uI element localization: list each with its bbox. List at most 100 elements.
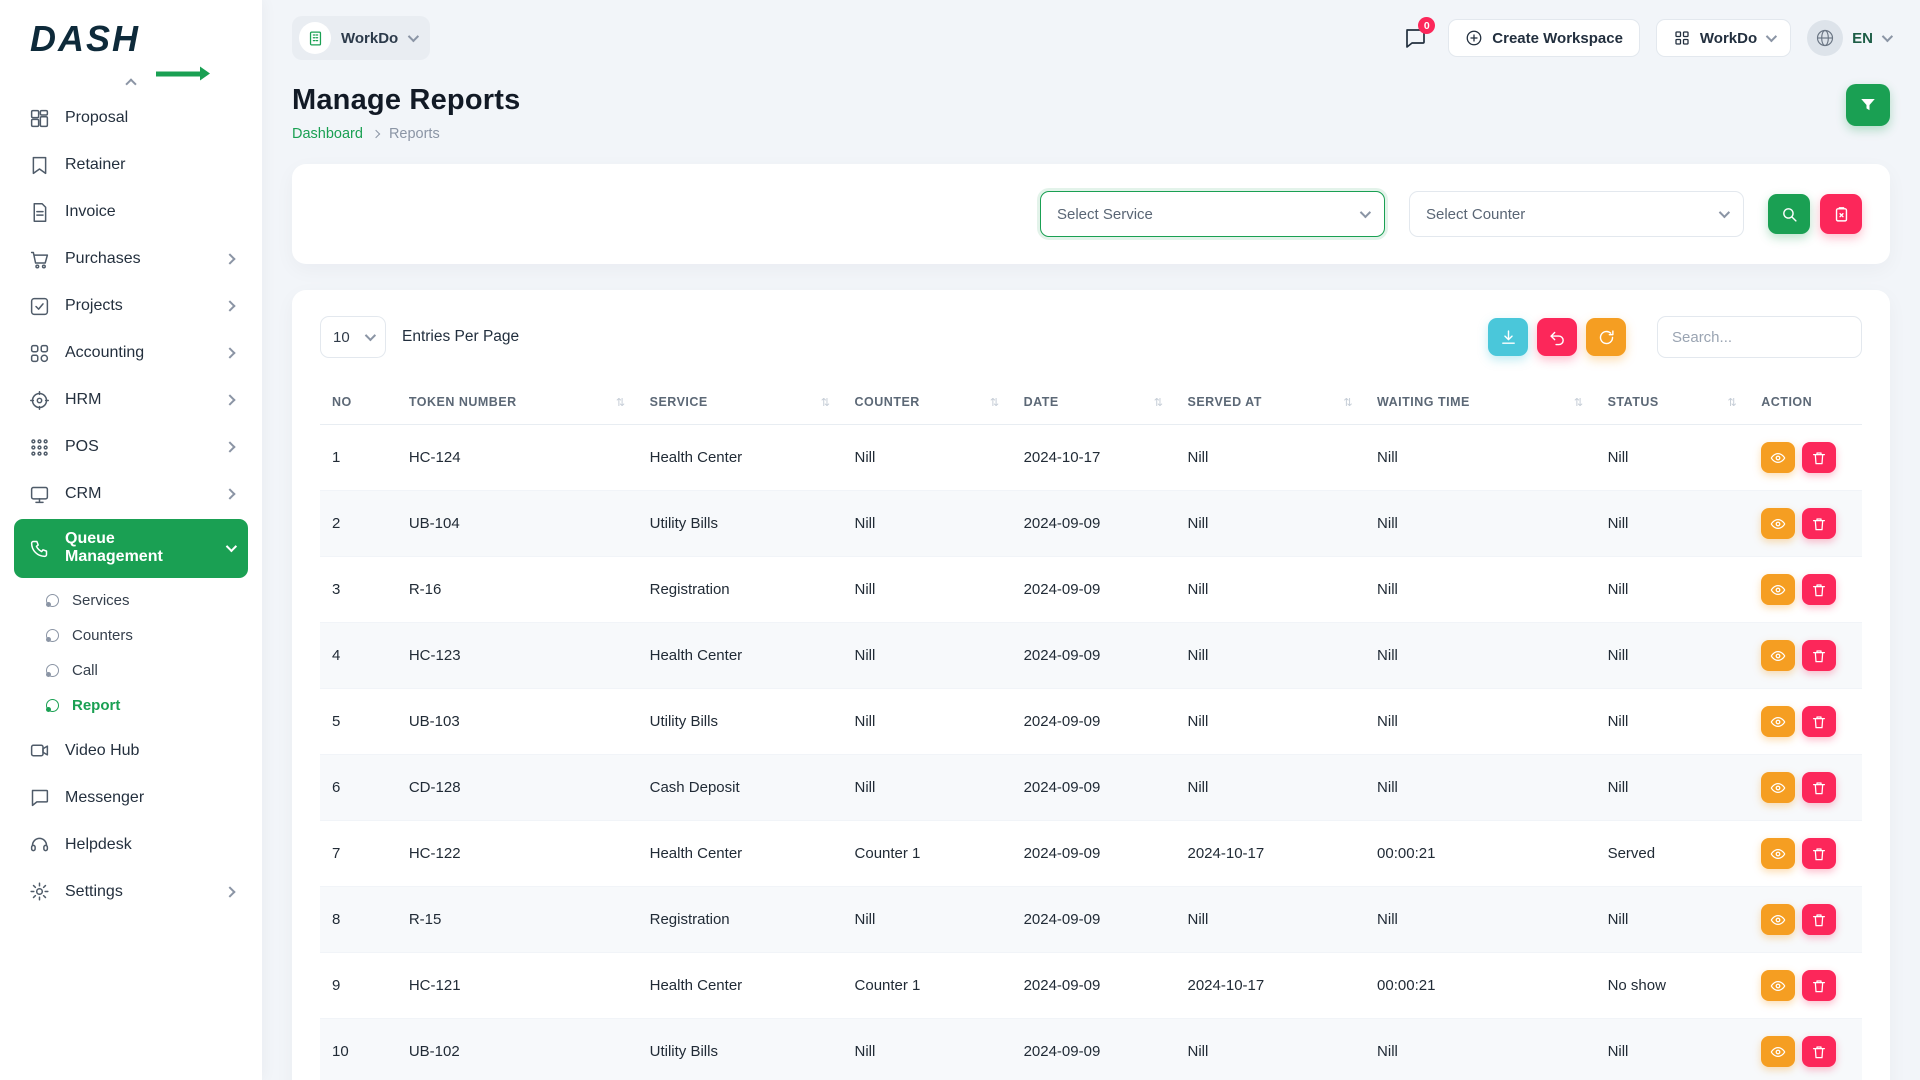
delete-report-button[interactable]	[1802, 640, 1836, 671]
sort-icon[interactable]: ⇅	[1343, 396, 1353, 409]
col-service[interactable]: SERVICE⇅	[638, 380, 843, 425]
delete-report-button[interactable]	[1802, 706, 1836, 737]
chevron-down-icon	[1766, 31, 1777, 42]
sidebar-item-pos[interactable]: POS	[14, 425, 248, 469]
sidebar-subitem-counters[interactable]: Counters	[14, 618, 248, 653]
sidebar-item-queue-management[interactable]: Queue Management	[14, 519, 248, 578]
sidebar-item-crm[interactable]: CRM	[14, 472, 248, 516]
col-no[interactable]: NO	[320, 380, 397, 425]
service-select[interactable]: Select Service	[1040, 191, 1385, 237]
chevron-up-icon	[125, 78, 136, 89]
delete-report-button[interactable]	[1802, 1036, 1836, 1067]
cell-token-number: R-15	[397, 887, 638, 953]
col-counter[interactable]: COUNTER⇅	[843, 380, 1012, 425]
delete-report-button[interactable]	[1802, 508, 1836, 539]
counter-select[interactable]: Select Counter	[1409, 191, 1744, 237]
sort-icon[interactable]: ⇅	[616, 396, 626, 409]
sidebar-item-label: Accounting	[65, 344, 144, 362]
table-row: 2 UB-104 Utility Bills Nill 2024-09-09 N…	[320, 491, 1862, 557]
view-report-button[interactable]	[1761, 904, 1795, 935]
delete-report-button[interactable]	[1802, 442, 1836, 473]
view-report-button[interactable]	[1761, 508, 1795, 539]
cell-token-number: UB-102	[397, 1019, 638, 1080]
download-icon	[1500, 329, 1517, 346]
view-report-button[interactable]	[1761, 640, 1795, 671]
workspace-switcher[interactable]: WorkDo	[292, 16, 430, 60]
sidebar-item-invoice[interactable]: Invoice	[14, 190, 248, 234]
delete-report-button[interactable]	[1802, 838, 1836, 869]
chevron-right-icon	[226, 391, 234, 409]
cell-no: 1	[320, 425, 397, 491]
view-report-button[interactable]	[1761, 838, 1795, 869]
cell-action	[1749, 491, 1862, 557]
export-button[interactable]	[1488, 318, 1528, 356]
cell-served-at: Nill	[1175, 623, 1365, 689]
reports-table-body: 1 HC-124 Health Center Nill 2024-10-17 N…	[320, 425, 1862, 1080]
cell-service: Utility Bills	[638, 689, 843, 755]
logo[interactable]: DASH	[0, 0, 262, 78]
workspace-name: WorkDo	[341, 30, 398, 47]
sidebar-item-hrm[interactable]: HRM	[14, 378, 248, 422]
breadcrumb-dashboard-link[interactable]: Dashboard	[292, 126, 363, 142]
col-status[interactable]: STATUS⇅	[1596, 380, 1750, 425]
cell-status: Served	[1596, 821, 1750, 887]
sort-icon[interactable]: ⇅	[821, 396, 831, 409]
cell-token-number: HC-123	[397, 623, 638, 689]
cell-counter: Nill	[843, 755, 1012, 821]
sidebar-item-purchases[interactable]: Purchases	[14, 237, 248, 281]
delete-report-button[interactable]	[1802, 772, 1836, 803]
search-input[interactable]	[1657, 316, 1862, 358]
sidebar-item-projects[interactable]: Projects	[14, 284, 248, 328]
apply-filter-button[interactable]	[1768, 194, 1810, 234]
messages-button[interactable]: 0	[1398, 21, 1432, 55]
trash-icon	[1811, 450, 1827, 466]
sort-icon[interactable]: ⇅	[1574, 396, 1584, 409]
sidebar-subitem-services[interactable]: Services	[14, 583, 248, 618]
col-waiting-time[interactable]: WAITING TIME⇅	[1365, 380, 1596, 425]
cell-status: Nill	[1596, 557, 1750, 623]
cell-waiting-time: Nill	[1365, 755, 1596, 821]
create-workspace-button[interactable]: Create Workspace	[1448, 19, 1640, 57]
sidebar-scroll-up[interactable]	[14, 78, 248, 96]
filter-toggle-button[interactable]	[1846, 84, 1890, 126]
language-switcher[interactable]: EN	[1807, 20, 1890, 56]
sidebar-subitem-call[interactable]: Call	[14, 653, 248, 688]
refresh-button[interactable]	[1586, 318, 1626, 356]
sidebar-item-accounting[interactable]: Accounting	[14, 331, 248, 375]
delete-report-button[interactable]	[1802, 970, 1836, 1001]
view-report-button[interactable]	[1761, 442, 1795, 473]
view-report-button[interactable]	[1761, 772, 1795, 803]
col-served-at[interactable]: SERVED AT⇅	[1175, 380, 1365, 425]
app-menu-button[interactable]: WorkDo	[1656, 19, 1791, 57]
delete-report-button[interactable]	[1802, 574, 1836, 605]
table-row: 4 HC-123 Health Center Nill 2024-09-09 N…	[320, 623, 1862, 689]
clipboard-x-icon	[1833, 206, 1850, 223]
sort-icon[interactable]: ⇅	[1728, 396, 1738, 409]
trash-icon	[1811, 846, 1827, 862]
reset-filter-button[interactable]	[1820, 194, 1862, 234]
cart-icon	[28, 248, 50, 270]
sort-icon[interactable]: ⇅	[1154, 396, 1164, 409]
col-date[interactable]: DATE⇅	[1012, 380, 1176, 425]
sidebar-item-helpdesk[interactable]: Helpdesk	[14, 823, 248, 867]
sidebar-item-label: POS	[65, 438, 99, 456]
col-token-number[interactable]: TOKEN NUMBER⇅	[397, 380, 638, 425]
sidebar-item-proposal[interactable]: Proposal	[14, 96, 248, 140]
cell-waiting-time: Nill	[1365, 887, 1596, 953]
sidebar-item-video-hub[interactable]: Video Hub	[14, 729, 248, 773]
delete-report-button[interactable]	[1802, 904, 1836, 935]
view-report-button[interactable]	[1761, 574, 1795, 605]
sidebar-item-retainer[interactable]: Retainer	[14, 143, 248, 187]
entries-per-page-select[interactable]: 10	[320, 316, 386, 358]
sidebar-subitem-report[interactable]: Report	[14, 688, 248, 723]
sidebar-item-settings[interactable]: Settings	[14, 870, 248, 914]
trash-icon	[1811, 582, 1827, 598]
undo-button[interactable]	[1537, 318, 1577, 356]
cell-served-at: Nill	[1175, 887, 1365, 953]
view-report-button[interactable]	[1761, 970, 1795, 1001]
sidebar-item-messenger[interactable]: Messenger	[14, 776, 248, 820]
view-report-button[interactable]	[1761, 706, 1795, 737]
view-report-button[interactable]	[1761, 1036, 1795, 1067]
sort-icon[interactable]: ⇅	[990, 396, 1000, 409]
refresh-icon	[1598, 329, 1615, 346]
